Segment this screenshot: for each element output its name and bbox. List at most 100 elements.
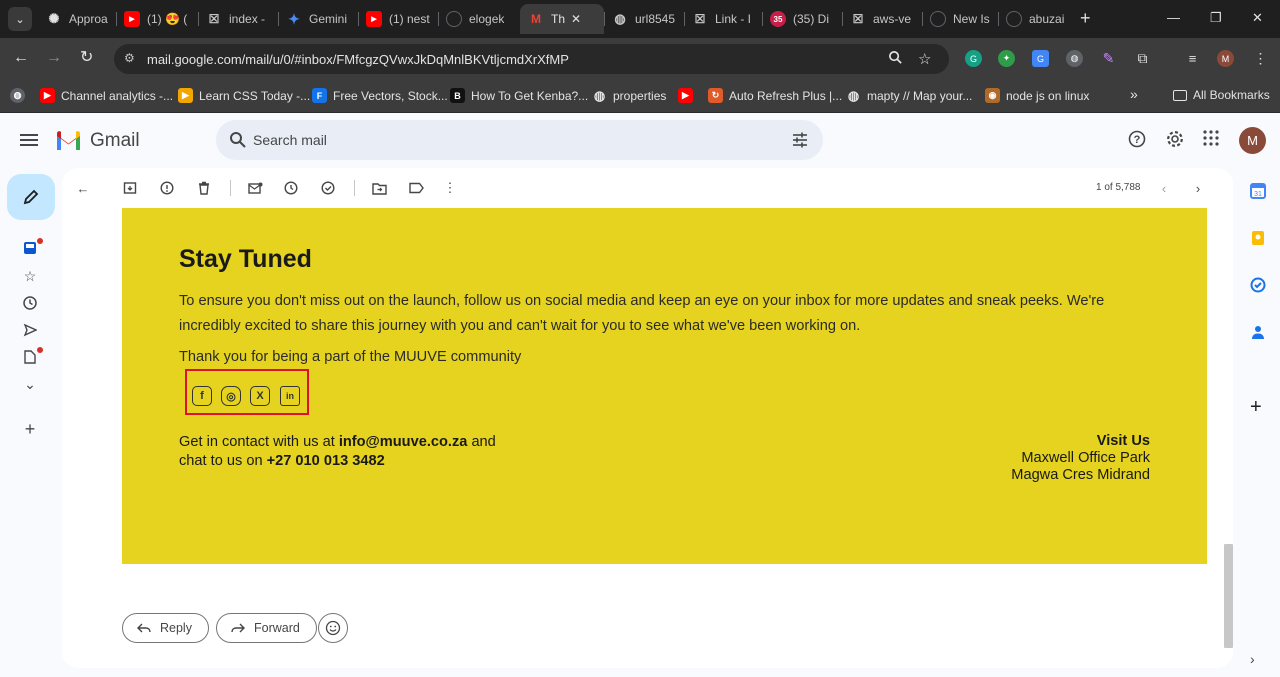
move-to-folder-icon[interactable] [371, 180, 387, 196]
search-options-icon[interactable] [791, 131, 809, 154]
bookmark-item[interactable]: ▶ [678, 88, 699, 103]
more-options-icon[interactable]: ⋮ [442, 180, 458, 196]
drafts-icon[interactable] [22, 349, 38, 365]
extension-eyedropper-icon[interactable]: ✎ [1100, 50, 1117, 67]
browser-tab[interactable]: New Is [922, 4, 998, 34]
close-tab-icon[interactable]: ✕ [571, 12, 581, 26]
browser-tab[interactable]: abuzai [998, 4, 1076, 34]
close-window-button[interactable]: ✕ [1252, 10, 1263, 26]
help-icon[interactable]: ? [1128, 130, 1146, 153]
back-to-inbox-icon[interactable]: ← [75, 180, 91, 196]
profile-avatar[interactable]: M [1217, 50, 1234, 67]
email-thanks: Thank you for being a part of the MUUVE … [179, 349, 522, 365]
browser-tab[interactable]: M Th ✕ [520, 4, 604, 34]
settings-gear-icon[interactable] [1166, 130, 1184, 153]
zoom-search-icon[interactable] [888, 50, 903, 69]
bookmarks-bar: ◍ ▶ Channel analytics -... ▶ Learn CSS Toda… [0, 80, 1280, 113]
forward-label: Forward [254, 621, 300, 635]
bookmark-item[interactable]: ↻ Auto Refresh Plus |... [708, 88, 842, 103]
extension-globe-icon[interactable]: ◍ [1066, 50, 1083, 67]
apps-grid-icon[interactable] [1203, 130, 1219, 151]
gmail-logo-icon[interactable] [55, 130, 82, 155]
tasks-icon[interactable] [1250, 277, 1266, 293]
instagram-icon[interactable]: ◎ [221, 386, 241, 406]
search-icon[interactable] [229, 131, 247, 154]
forward-button[interactable]: Forward [216, 613, 317, 643]
show-side-panel-chevron-icon[interactable]: › [1250, 651, 1266, 667]
account-avatar[interactable]: M [1239, 127, 1266, 154]
facebook-icon[interactable]: f [192, 386, 212, 406]
contact-email-link[interactable]: info@muuve.co.za [339, 434, 468, 450]
browser-tab[interactable]: ▶ (1) nest [358, 4, 438, 34]
sent-icon[interactable] [22, 322, 38, 338]
maximize-button[interactable]: ❐ [1210, 10, 1222, 26]
snoozed-clock-icon[interactable] [22, 295, 38, 311]
archive-icon[interactable] [122, 180, 138, 196]
browser-tab[interactable]: ✺ Approa [38, 4, 116, 34]
bookmark-item[interactable]: ▶ Channel analytics -... [40, 88, 173, 103]
browser-tab[interactable]: ✦ Gemini [278, 4, 358, 34]
calendar-icon[interactable]: 31 [1250, 183, 1266, 199]
chrome-menu-icon[interactable]: ⋮ [1252, 50, 1269, 67]
bookmarks-more-button[interactable]: » [1130, 86, 1138, 102]
all-bookmarks-button[interactable]: All Bookmarks [1173, 88, 1270, 102]
compose-button[interactable] [7, 174, 55, 220]
address-bar[interactable]: ⚙ mail.google.com/mail/u/0/#inbox/FMfcgz… [114, 44, 949, 74]
bookmark-item[interactable]: F Free Vectors, Stock... [312, 88, 448, 103]
keep-icon[interactable] [1250, 230, 1266, 246]
browser-tab[interactable]: elogek [438, 4, 520, 34]
bookmark-item[interactable]: ◍ properties [592, 88, 667, 103]
site-info-icon[interactable]: ⚙ [124, 51, 135, 65]
starred-icon[interactable]: ☆ [22, 268, 38, 284]
browser-tab[interactable]: ☒ Link - I [684, 4, 762, 34]
extension-leaf-icon[interactable]: ✦ [998, 50, 1015, 67]
bookmark-item[interactable]: ◉ node js on linux [985, 88, 1089, 103]
forward-arrow-icon[interactable]: → [46, 49, 62, 67]
tab-search-chevron-icon[interactable]: ⌄ [8, 7, 32, 31]
main-menu-icon[interactable] [20, 131, 38, 149]
reload-icon[interactable]: ↻ [80, 49, 93, 67]
scrollbar-thumb[interactable] [1224, 544, 1233, 648]
reply-button[interactable]: Reply [122, 613, 209, 643]
inbox-icon[interactable] [22, 240, 38, 256]
browser-tab[interactable]: ▶ (1) 😍 ( [116, 4, 198, 34]
older-chevron-icon[interactable]: › [1190, 180, 1206, 196]
extension-grammarly-icon[interactable]: G [965, 50, 982, 67]
back-arrow-icon[interactable]: ← [13, 49, 29, 67]
x-twitter-icon[interactable]: X [250, 386, 270, 406]
tab-title: aws-ve [873, 12, 912, 26]
bookmark-item[interactable]: B How To Get Kenba?... [450, 88, 588, 103]
report-spam-icon[interactable] [159, 180, 175, 196]
add-label-plus-icon[interactable]: + [22, 419, 38, 439]
label-tag-icon[interactable] [408, 180, 424, 196]
bookmark-item[interactable]: ◍ mapty // Map your... [846, 88, 973, 103]
search-input[interactable]: Search mail [253, 132, 327, 148]
extensions-puzzle-icon[interactable]: ⧉ [1134, 50, 1151, 67]
gmail-wordmark[interactable]: Gmail [90, 130, 140, 152]
address-url[interactable]: mail.google.com/mail/u/0/#inbox/FMfcgzQV… [147, 52, 569, 67]
contact-phone-link[interactable]: +27 010 013 3482 [267, 453, 385, 469]
contacts-icon[interactable] [1250, 324, 1266, 340]
bookmark-item[interactable]: ▶ Learn CSS Today -... [178, 88, 310, 103]
minimize-button[interactable]: — [1167, 10, 1180, 25]
newer-chevron-icon[interactable]: ‹ [1156, 180, 1172, 196]
add-to-tasks-icon[interactable] [320, 180, 336, 196]
search-bar[interactable]: Search mail [216, 120, 823, 160]
new-tab-button[interactable]: + [1080, 9, 1091, 27]
reading-list-icon[interactable]: ≡ [1184, 50, 1201, 67]
extension-translate-icon[interactable]: G [1032, 50, 1049, 67]
bookmark-apps-icon[interactable]: ◍ [10, 88, 31, 103]
emoji-reaction-button[interactable] [318, 613, 348, 643]
mark-unread-icon[interactable] [247, 180, 263, 196]
browser-tab[interactable]: ◍ url8545 [604, 4, 684, 34]
linkedin-icon[interactable]: in [280, 386, 300, 406]
delete-trash-icon[interactable] [196, 180, 212, 196]
browser-tab[interactable]: ☒ index - [198, 4, 278, 34]
browser-tab[interactable]: 35 (35) Di [762, 4, 842, 34]
snooze-clock-icon[interactable] [283, 180, 299, 196]
get-addons-plus-icon[interactable]: + [1250, 397, 1266, 417]
more-chevron-icon[interactable]: ⌄ [22, 376, 38, 392]
bookmark-label: mapty // Map your... [867, 88, 973, 103]
bookmark-star-icon[interactable]: ☆ [918, 50, 931, 68]
browser-tab[interactable]: ☒ aws-ve [842, 4, 922, 34]
